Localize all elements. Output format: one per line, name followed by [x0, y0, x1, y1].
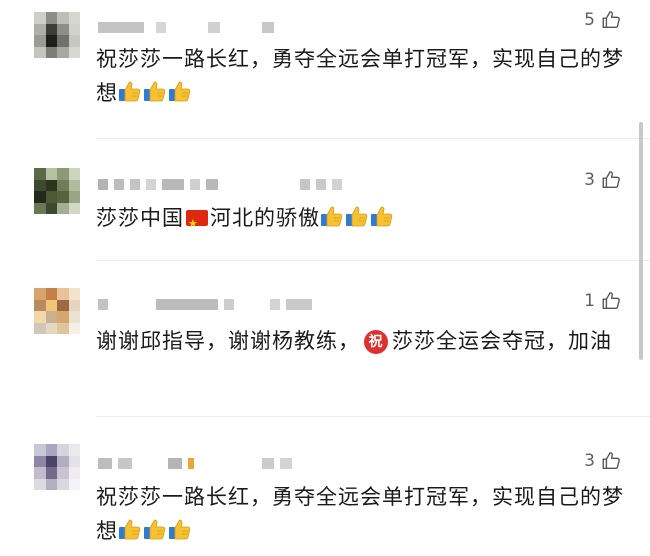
avatar[interactable] [34, 12, 80, 58]
scrollbar[interactable] [639, 122, 643, 360]
username-redacted[interactable] [98, 20, 274, 34]
thumbs-up-outline-icon [600, 9, 622, 31]
like-button[interactable]: 3 [584, 450, 622, 472]
comment-text: 祝莎莎一路长红，勇夺全远会单打冠军，实现自己的梦想 [96, 42, 626, 113]
like-count: 3 [584, 451, 595, 471]
username-redacted[interactable] [98, 177, 342, 191]
thumbs-up-emoji [320, 204, 395, 238]
zhu-badge-emoji: 祝 [364, 330, 388, 354]
avatar[interactable] [34, 288, 80, 334]
china-flag-emoji [186, 207, 208, 241]
like-button[interactable]: 5 [584, 9, 622, 31]
thumbs-up-emoji [118, 79, 193, 113]
username-redacted[interactable] [98, 456, 292, 470]
username-redacted[interactable] [98, 297, 312, 311]
comment-text: 祝莎莎一路长红，勇夺全远会单打冠军，实现自己的梦想 [96, 480, 626, 551]
divider [96, 416, 650, 417]
thumbs-up-outline-icon [600, 169, 622, 191]
comment-item: 3 祝莎莎一路长红，勇夺全远会单打冠军，实现自己的梦想 [0, 418, 650, 556]
divider [96, 138, 650, 139]
comment-item: 1 谢谢邱指导，谢谢杨教练，祝莎莎全运会夺冠，加油 [0, 260, 650, 418]
thumbs-up-outline-icon [600, 450, 622, 472]
like-count: 1 [584, 291, 595, 311]
like-count: 5 [584, 10, 595, 30]
thumbs-up-outline-icon [600, 290, 622, 312]
comment-item: 3 莎莎中国河北的骄傲 [0, 140, 650, 261]
comment-text: 谢谢邱指导，谢谢杨教练，祝莎莎全运会夺冠，加油 [96, 329, 612, 354]
avatar[interactable] [34, 444, 80, 490]
like-count: 3 [584, 170, 595, 190]
like-button[interactable]: 1 [584, 290, 622, 312]
thumbs-up-emoji [118, 517, 193, 551]
comment-text: 莎莎中国河北的骄傲 [96, 201, 626, 241]
avatar[interactable] [34, 168, 80, 214]
comment-item: 5 祝莎莎一路长红，勇夺全远会单打冠军，实现自己的梦想 [0, 0, 650, 140]
like-button[interactable]: 3 [584, 169, 622, 191]
